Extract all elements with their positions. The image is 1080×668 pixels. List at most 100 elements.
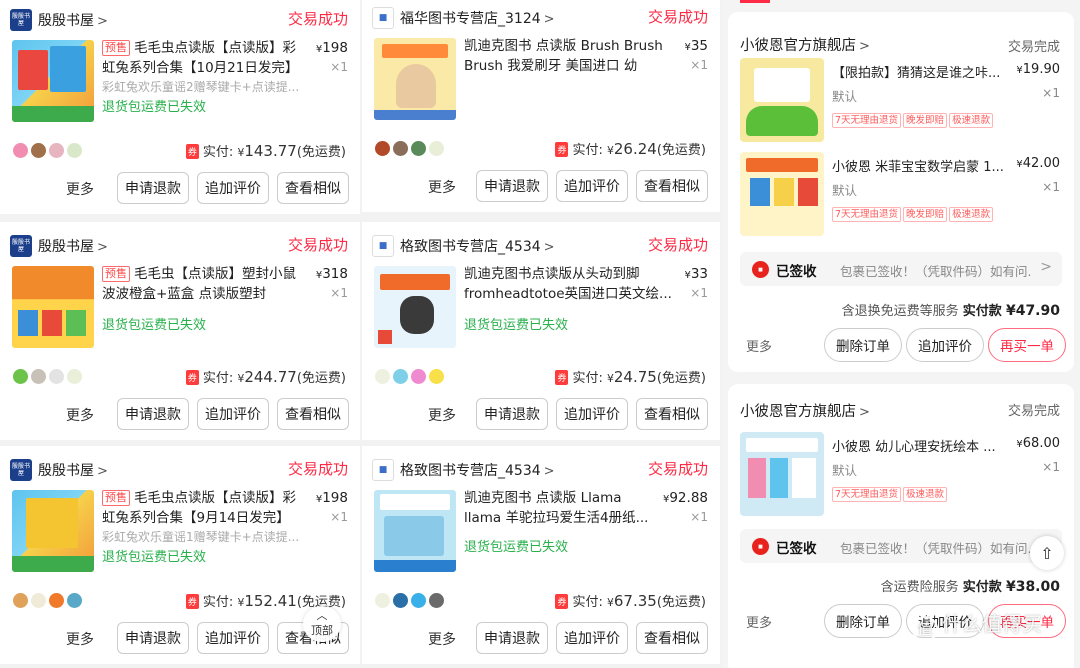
order-card[interactable]: 殷殷书屋 殷殷书屋 > 交易成功 预售 毛毛虫点读版【点读版】彩虹兔系列合集【10月… (0, 0, 360, 214)
logistics-bar[interactable]: ■ 已签收 包裹已签收！（凭取件码）如有问... (740, 529, 1062, 563)
order-total: 含退换免运费等服务 实付款 ¥47.90 (841, 303, 1060, 319)
service-tag: 7天无理由退货 (832, 487, 902, 502)
add-review-button[interactable]: 追加评价 (556, 170, 628, 202)
add-review-button[interactable]: 追加评价 (197, 172, 269, 204)
add-review-button[interactable]: 追加评价 (556, 398, 628, 430)
product-title[interactable]: 预售 毛毛虫点读版【点读版】彩虹兔系列合集【10月21日发完】 (102, 38, 300, 78)
product-thumbnail[interactable] (374, 266, 456, 348)
coupon-icon: 券 (555, 370, 569, 385)
view-similar-button[interactable]: 查看相似 (636, 170, 708, 202)
service-icons (374, 592, 446, 610)
product-title[interactable]: 【限拍款】猜猜这是谁之咔... (832, 62, 1004, 81)
order-card[interactable]: ■ 福华图书专营店_3124 > 交易成功 凯迪克图书 点读版 Brush Bru… (362, 0, 720, 212)
more-button[interactable]: 更多 (66, 179, 94, 199)
add-review-button[interactable]: 追加评价 (556, 622, 628, 654)
order-header: 殷殷书屋 殷殷书屋 > 交易成功 (10, 456, 348, 482)
refund-notice: 退货包运费已失效 (464, 540, 569, 555)
product-sku: 默认 (832, 89, 858, 104)
service-tag: 7天无理由退货 (832, 207, 902, 222)
back-to-top-label: 顶部 (311, 624, 333, 637)
service-tag: 晚发即赔 (903, 207, 948, 222)
service-icons (12, 592, 84, 610)
order-item[interactable]: 小彼恩 幼儿心理安抚绘本 ... ¥68.00 默认 ×1 7天无理由退货 极速退… (728, 432, 1074, 522)
product-thumbnail[interactable] (12, 40, 94, 122)
shop-name-link[interactable]: 小彼恩官方旗舰店 > (740, 34, 870, 55)
product-price: ¥33 (684, 266, 708, 282)
product-quantity: ×1 (330, 60, 348, 74)
more-button[interactable]: 更多 (428, 177, 456, 197)
apply-refund-button[interactable]: 申请退款 (117, 622, 189, 654)
product-thumbnail[interactable] (374, 490, 456, 572)
delete-order-button[interactable]: 删除订单 (824, 328, 902, 362)
product-title[interactable]: 小彼恩 米菲宝宝数学启蒙 1... (832, 156, 1004, 175)
product-thumbnail[interactable] (12, 490, 94, 572)
service-tag: 极速退款 (949, 113, 994, 128)
order-card[interactable]: ■ 格致图书专营店_4534 > 交易成功 凯迪克图书 点读版 Llama lla… (362, 446, 720, 664)
apply-refund-button[interactable]: 申请退款 (476, 170, 548, 202)
product-price: ¥19.90 (1016, 62, 1060, 77)
shop-name-link[interactable]: 殷殷书屋 > (38, 236, 108, 256)
view-similar-button[interactable]: 查看相似 (636, 398, 708, 430)
more-button[interactable]: 更多 (428, 629, 456, 649)
more-button[interactable]: 更多 (66, 405, 94, 425)
store-icon: ■ (378, 464, 388, 475)
add-review-button[interactable]: 追加评价 (906, 328, 984, 362)
product-title[interactable]: 凯迪克图书 点读版 Brush Brush Brush 我爱刷牙 美国进口 幼 (464, 36, 680, 76)
more-button[interactable]: 更多 (746, 612, 772, 631)
more-button[interactable]: 更多 (428, 405, 456, 425)
chevron-right-icon: > (1040, 259, 1052, 275)
order-item[interactable]: 小彼恩 米菲宝宝数学启蒙 1... ¥42.00 默认 ×1 7天无理由退货 晚发… (728, 152, 1074, 242)
logistics-bar[interactable]: ■ 已签收 包裹已签收！（凭取件码）如有问... > (740, 252, 1062, 286)
view-similar-button[interactable]: 查看相似 (277, 398, 349, 430)
product-title[interactable]: 凯迪克图书点读版从头动到脚fromheadtotoe英国进口英文绘... (464, 264, 680, 304)
tab-indicator (740, 0, 770, 3)
product-thumbnail[interactable] (374, 38, 456, 120)
shop-logo: ■ (372, 7, 394, 29)
more-button[interactable]: 更多 (66, 629, 94, 649)
order-item[interactable]: 【限拍款】猜猜这是谁之咔... ¥19.90 默认 ×1 7天无理由退货 晚发即赔… (728, 58, 1074, 148)
shop-name-link[interactable]: 格致图书专营店_4534 > (400, 236, 555, 256)
shop-name-link[interactable]: 小彼恩官方旗舰店 > (740, 400, 870, 421)
apply-refund-button[interactable]: 申请退款 (476, 398, 548, 430)
product-thumbnail[interactable] (740, 432, 824, 516)
product-thumbnail[interactable] (12, 266, 94, 348)
shop-name-link[interactable]: 福华图书专营店_3124 > (400, 8, 555, 28)
service-icon (48, 368, 65, 385)
service-icons (12, 142, 84, 160)
order-total: 含运费险服务 实付款 ¥38.00 (880, 579, 1060, 595)
service-icon (12, 142, 29, 159)
apply-refund-button[interactable]: 申请退款 (117, 172, 189, 204)
shop-name-link[interactable]: 殷殷书屋 > (38, 10, 108, 30)
order-card[interactable]: 殷殷书屋 殷殷书屋 > 交易成功 预售 毛毛虫【点读版】塑封小鼠波波橙盒+蓝盒 点读… (0, 222, 360, 440)
chevron-right-icon: > (859, 39, 870, 54)
add-review-button[interactable]: 追加评价 (197, 398, 269, 430)
product-title[interactable]: 预售 毛毛虫点读版【点读版】彩虹兔系列合集【9月14日发完】 (102, 488, 300, 528)
product-title[interactable]: 小彼恩 幼儿心理安抚绘本 ... (832, 436, 1004, 455)
apply-refund-button[interactable]: 申请退款 (117, 398, 189, 430)
more-button[interactable]: 更多 (746, 336, 772, 355)
shop-name-link[interactable]: 格致图书专营店_4534 > (400, 460, 555, 480)
view-similar-button[interactable]: 查看相似 (277, 172, 349, 204)
shop-name-link[interactable]: 殷殷书屋 > (38, 460, 108, 480)
order-card[interactable]: 小彼恩官方旗舰店 > 交易完成 【限拍款】猜猜这是谁之咔... ¥19.90 默认… (728, 12, 1074, 372)
scroll-to-top-button[interactable]: ⇧ (1030, 536, 1064, 570)
product-title[interactable]: 凯迪克图书 点读版 Llama llama 羊驼拉玛爱生活4册纸... (464, 488, 660, 528)
product-price: ¥42.00 (1016, 156, 1060, 171)
store-icon: ■ (378, 240, 388, 251)
order-status: 交易完成 (1007, 404, 1060, 419)
back-to-top-button[interactable]: ︿ 顶部 (303, 606, 341, 642)
apply-refund-button[interactable]: 申请退款 (476, 622, 548, 654)
service-icon (12, 368, 29, 385)
product-title[interactable]: 预售毛毛虫【点读版】塑封小鼠波波橙盒+蓝盒 点读版塑封【9... (102, 264, 300, 304)
order-card[interactable]: ■ 格致图书专营店_4534 > 交易成功 凯迪克图书点读版从头动到脚fromhe… (362, 222, 720, 440)
product-thumbnail[interactable] (740, 152, 824, 236)
order-status: 交易成功 (287, 10, 348, 28)
service-icon (30, 368, 47, 385)
product-thumbnail[interactable] (740, 58, 824, 142)
paid-amount: 券实付: ¥67.35(免运费) (555, 592, 706, 610)
order-column-2: ■ 福华图书专营店_3124 > 交易成功 凯迪克图书 点读版 Brush Bru… (362, 0, 720, 668)
delete-order-button[interactable]: 删除订单 (824, 604, 902, 638)
add-review-button[interactable]: 追加评价 (197, 622, 269, 654)
buy-again-button[interactable]: 再买一单 (988, 328, 1066, 362)
view-similar-button[interactable]: 查看相似 (636, 622, 708, 654)
